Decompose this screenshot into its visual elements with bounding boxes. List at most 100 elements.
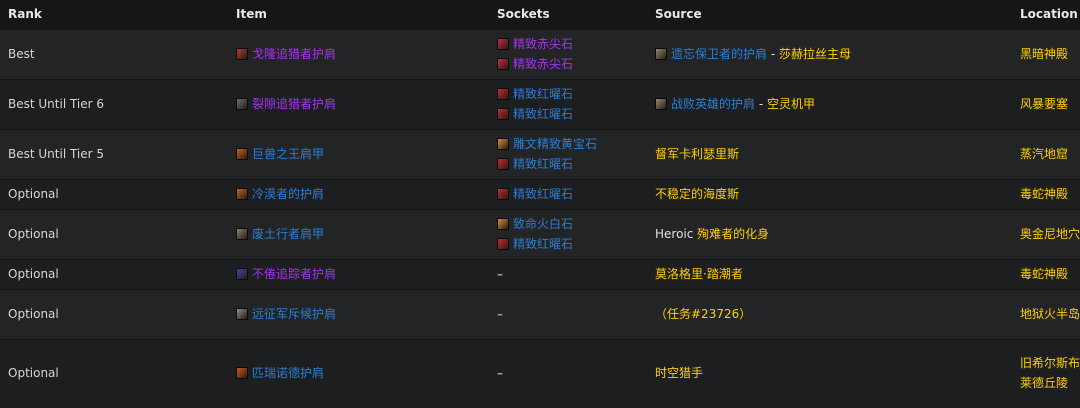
item-name: 不倦追踪者护肩 [252, 267, 337, 281]
source-cell: 督军卡利瑟里斯 [647, 129, 1012, 179]
location-link[interactable]: 地狱火半岛 [1012, 289, 1080, 339]
gear-table: Rank Item Sockets Source Location Best 戈隆… [0, 0, 1080, 406]
source-boss-link[interactable]: 督军卡利瑟里斯 [655, 144, 739, 164]
sockets-cell: 致命火白石 精致红曜石 [489, 209, 647, 259]
location-link[interactable]: 黑暗神殿 [1012, 29, 1080, 79]
item-cell: 远征军斥候护肩 [228, 289, 489, 339]
source-boss-link[interactable]: 莫洛格里·踏潮者 [655, 264, 743, 284]
source-boss-link[interactable]: 莎赫拉丝主母 [779, 44, 851, 64]
red-gem-icon [497, 108, 509, 120]
source-token-link[interactable]: 战败英雄的护肩 [655, 94, 755, 114]
gem-link[interactable]: 雕文精致黄宝石 [497, 134, 647, 154]
item-name: 冷漠者的护肩 [252, 187, 325, 201]
shoulder-icon [236, 268, 248, 280]
source-cell: 时空猎手 [647, 339, 1012, 406]
header-location[interactable]: Location [1012, 0, 1080, 29]
orange-gem-icon [497, 218, 509, 230]
item-cell: 裂隙追猎者护肩 [228, 79, 489, 129]
rank-cell: Optional [8, 307, 59, 321]
source-cell: 遗忘保卫者的护肩 - 莎赫拉丝主母 [647, 29, 1012, 79]
source-content: 遗忘保卫者的护肩 - 莎赫拉丝主母 [655, 44, 1012, 64]
shoulder-icon [236, 366, 248, 379]
item-link[interactable]: 裂隙追猎者护肩 [236, 94, 489, 114]
empty-sockets-dash: – [497, 365, 503, 380]
header-source[interactable]: Source [647, 0, 1012, 29]
gem-link[interactable]: 精致红曜石 [497, 104, 647, 124]
red-gem-icon [497, 238, 509, 250]
item-cell: 匹瑞诺德护肩 [228, 339, 489, 406]
source-boss-link[interactable]: （任务#23726） [655, 304, 751, 324]
token-icon [655, 98, 667, 110]
source-boss-link[interactable]: 空灵机甲 [767, 94, 815, 114]
gem-name: 精致红曜石 [513, 107, 574, 121]
red-gem-icon [497, 158, 509, 170]
item-name: 匹瑞诺德护肩 [252, 365, 325, 380]
item-cell: 巨兽之王肩甲 [228, 129, 489, 179]
rank-cell: Optional [8, 187, 59, 201]
gem-link[interactable]: 精致赤尖石 [497, 34, 647, 54]
item-name: 裂隙追猎者护肩 [252, 97, 337, 111]
sockets-cell: 精致红曜石 [489, 179, 647, 209]
shoulder-icon [236, 98, 248, 110]
source-content: 时空猎手 [655, 363, 1012, 383]
item-link[interactable]: 不倦追踪者护肩 [236, 264, 489, 284]
rank-cell: Optional [8, 267, 59, 281]
item-link[interactable]: 废土行者肩甲 [236, 224, 489, 244]
gem-link[interactable]: 致命火白石 [497, 214, 647, 234]
item-link[interactable]: 巨兽之王肩甲 [236, 144, 489, 164]
red-gem-icon [497, 188, 509, 200]
orange-gem-icon [497, 138, 509, 150]
source-cell: 战败英雄的护肩 - 空灵机甲 [647, 79, 1012, 129]
item-link[interactable]: 远征军斥候护肩 [236, 304, 489, 324]
sockets-cell: 雕文精致黄宝石 精致红曜石 [489, 129, 647, 179]
table-row: Best Until Tier 6 裂隙追猎者护肩 精致红曜石 精致红曜石 战败英雄的护… [0, 79, 1080, 129]
source-boss-link[interactable]: 不稳定的海度斯 [655, 184, 739, 204]
location-link[interactable]: 奥金尼地穴 [1012, 209, 1080, 259]
source-boss-link[interactable]: 时空猎手 [655, 363, 703, 383]
location-link[interactable]: 毒蛇神殿 [1012, 259, 1080, 289]
table-row: Optional 冷漠者的护肩 精致红曜石 不稳定的海度斯 毒蛇神殿 [0, 179, 1080, 209]
source-content: 莫洛格里·踏潮者 [655, 264, 1012, 284]
source-content: Heroic 殉难者的化身 [655, 224, 1012, 244]
red-gem-icon [497, 88, 509, 100]
rank-cell: Optional [8, 227, 59, 241]
source-content: （任务#23726） [655, 304, 1012, 324]
item-name: 废土行者肩甲 [252, 227, 325, 241]
header-sockets[interactable]: Sockets [489, 0, 647, 29]
gem-link[interactable]: 精致红曜石 [497, 184, 647, 204]
item-cell: 不倦追踪者护肩 [228, 259, 489, 289]
source-separator: - [767, 47, 779, 61]
item-cell: 冷漠者的护肩 [228, 179, 489, 209]
source-content: 督军卡利瑟里斯 [655, 144, 1012, 164]
location-link[interactable]: 旧希尔斯布莱德丘陵 [1012, 339, 1080, 406]
item-cell: 废土行者肩甲 [228, 209, 489, 259]
source-content: 战败英雄的护肩 - 空灵机甲 [655, 94, 1012, 114]
location-link[interactable]: 蒸汽地窟 [1012, 129, 1080, 179]
header-rank[interactable]: Rank [0, 0, 228, 29]
table-row: Optional 远征军斥候护肩 – （任务#23726） 地狱火半岛 [0, 289, 1080, 339]
table-row: Optional 不倦追踪者护肩 – 莫洛格里·踏潮者 毒蛇神殿 [0, 259, 1080, 289]
source-token-link[interactable]: 遗忘保卫者的护肩 [655, 44, 767, 64]
table-row: Best Until Tier 5 巨兽之王肩甲 雕文精致黄宝石 精致红曜石 督军卡利瑟… [0, 129, 1080, 179]
sockets-cell: – [489, 259, 647, 289]
empty-sockets-dash: – [497, 267, 503, 281]
source-cell: （任务#23726） [647, 289, 1012, 339]
item-link[interactable]: 戈隆追猎者护肩 [236, 44, 489, 64]
item-name: 远征军斥候护肩 [252, 307, 337, 321]
item-link[interactable]: 匹瑞诺德护肩 [236, 363, 489, 383]
location-link[interactable]: 风暴要塞 [1012, 79, 1080, 129]
gem-link[interactable]: 精致红曜石 [497, 234, 647, 254]
location-link[interactable]: 毒蛇神殿 [1012, 179, 1080, 209]
source-boss-link[interactable]: 殉难者的化身 [697, 224, 769, 244]
header-item[interactable]: Item [228, 0, 489, 29]
gem-link[interactable]: 精致红曜石 [497, 154, 647, 174]
item-link[interactable]: 冷漠者的护肩 [236, 184, 489, 204]
gem-link[interactable]: 精致红曜石 [497, 84, 647, 104]
gem-name: 精致红曜石 [513, 187, 574, 201]
item-name: 巨兽之王肩甲 [252, 147, 325, 161]
gem-link[interactable]: 精致赤尖石 [497, 54, 647, 74]
item-name: 戈隆追猎者护肩 [252, 47, 337, 61]
empty-sockets-dash: – [497, 307, 503, 321]
rank-cell: Optional [8, 365, 59, 380]
table-header-row: Rank Item Sockets Source Location [0, 0, 1080, 29]
